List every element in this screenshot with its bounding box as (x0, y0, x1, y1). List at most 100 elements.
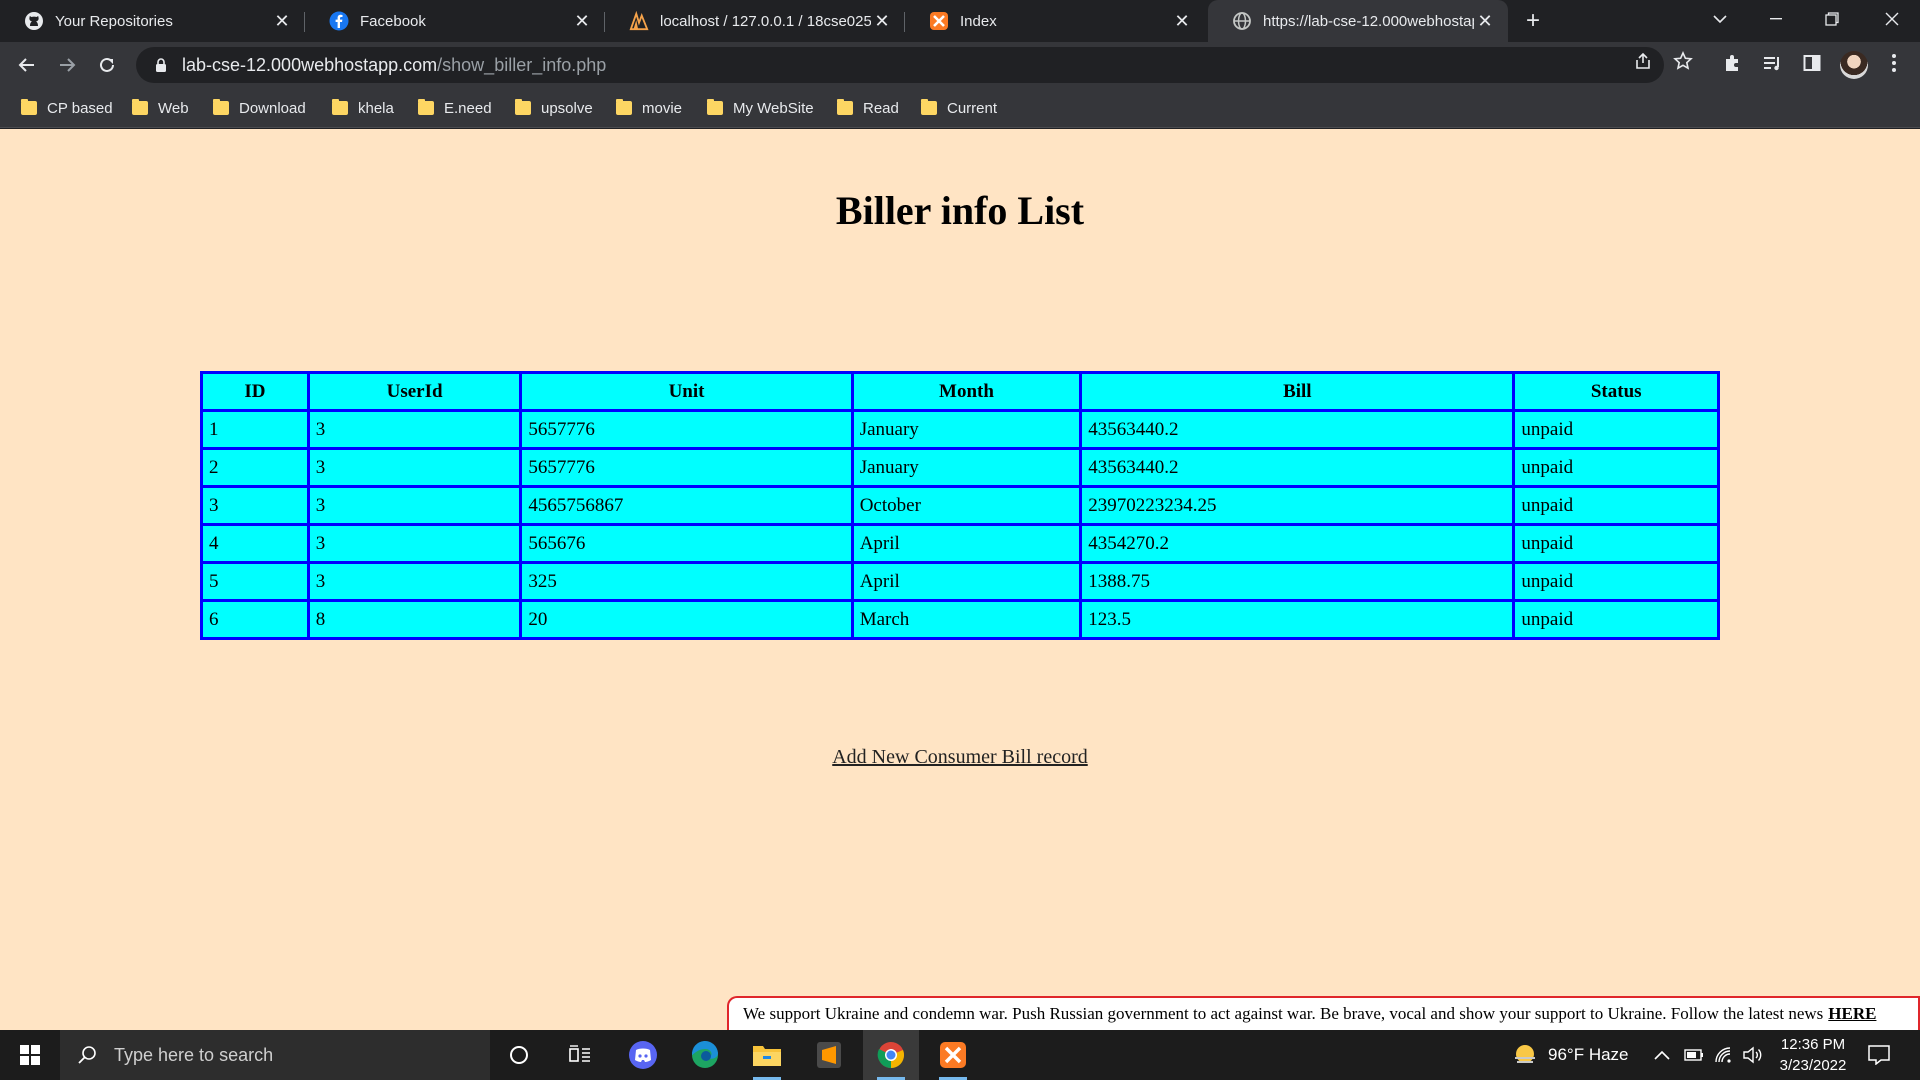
close-icon[interactable]: ✕ (871, 10, 893, 32)
profile-avatar[interactable] (1840, 51, 1868, 79)
close-icon[interactable]: ✕ (571, 10, 593, 32)
add-record-container: Add New Consumer Bill record (0, 746, 1920, 769)
cell-bill: 4354270.2 (1079, 523, 1516, 564)
cell-status: unpaid (1512, 561, 1720, 602)
bookmark-label: upsolve (541, 99, 593, 117)
column-header-userid: UserId (306, 371, 523, 412)
tab-phpmyadmin[interactable]: localhost / 127.0.0.1 / 18cse025 | ✕ (605, 0, 905, 42)
folder-icon (132, 99, 148, 115)
tab-title: localhost / 127.0.0.1 / 18cse025 | (660, 12, 871, 30)
bookmark-current[interactable]: Current (921, 88, 997, 128)
tab-title: Facebook (360, 12, 426, 30)
weather-widget[interactable]: 96°F Haze (1512, 1030, 1629, 1080)
bookmark-my-website[interactable]: My WebSite (707, 88, 814, 128)
cortana-icon[interactable] (491, 1030, 547, 1080)
notifications-icon[interactable] (1868, 1030, 1890, 1080)
bookmark-label: Current (947, 99, 998, 117)
table-row: 6 8 20 March 123.5 unpaid (200, 599, 1720, 640)
reload-button[interactable] (92, 50, 122, 80)
cell-bill: 43563440.2 (1079, 447, 1516, 488)
bookmark-eneed[interactable]: E.need (418, 88, 492, 128)
cell-month: January (850, 447, 1083, 488)
cell-id: 2 (200, 447, 310, 488)
cell-unit: 565676 (519, 523, 854, 564)
folder-icon (921, 99, 937, 115)
back-button[interactable] (12, 50, 42, 80)
close-icon[interactable]: ✕ (1474, 10, 1496, 32)
bookmark-cp-based[interactable]: CP based (21, 88, 113, 128)
url-host: lab-cse-12.000webhostapp.com (182, 54, 438, 75)
cell-month: April (850, 561, 1083, 602)
address-bar[interactable]: lab-cse-12.000webhostapp.com/show_biller… (136, 47, 1664, 83)
folder-icon (707, 99, 723, 115)
reading-list-icon[interactable] (1760, 51, 1784, 75)
tab-lab-cse[interactable]: https://lab-cse-12.000webhostap ✕ (1208, 0, 1508, 42)
web-page: Biller info List ID UserId Unit Month Bi… (0, 129, 1920, 1030)
extensions-icon[interactable] (1720, 51, 1744, 75)
cell-unit: 20 (519, 599, 854, 640)
windows-start-button[interactable] (0, 1030, 60, 1080)
cell-userid: 3 (306, 447, 523, 488)
bookmark-web[interactable]: Web (132, 88, 189, 128)
close-icon[interactable]: ✕ (1171, 10, 1193, 32)
tab-index[interactable]: Index ✕ (905, 0, 1205, 42)
browser-toolbar: lab-cse-12.000webhostapp.com/show_biller… (0, 42, 1920, 88)
xampp-icon (929, 11, 949, 31)
cell-id: 5 (200, 561, 310, 602)
volume-icon[interactable] (1742, 1030, 1764, 1080)
cell-month: October (850, 485, 1083, 526)
show-hidden-icons-chevron-icon[interactable] (1654, 1030, 1670, 1080)
side-panel-icon[interactable] (1800, 51, 1824, 75)
bookmark-star-icon[interactable] (1672, 50, 1694, 72)
add-new-bill-link[interactable]: Add New Consumer Bill record (832, 746, 1088, 768)
cell-id: 3 (200, 485, 310, 526)
banner-here-link[interactable]: HERE (1828, 1004, 1876, 1024)
folder-icon (418, 99, 434, 115)
cell-userid: 3 (306, 523, 523, 564)
bookmark-khela[interactable]: khela (332, 88, 394, 128)
battery-icon[interactable] (1684, 1030, 1704, 1080)
taskbar-search-box[interactable]: Type here to search (60, 1030, 490, 1080)
biller-table: ID UserId Unit Month Bill Status 1 3 565… (200, 371, 1720, 640)
tab-title: Index (960, 12, 997, 30)
url-text: lab-cse-12.000webhostapp.com/show_biller… (182, 55, 606, 76)
github-icon (24, 11, 44, 31)
cell-bill: 1388.75 (1079, 561, 1516, 602)
tab-your-repositories[interactable]: Your Repositories ✕ (0, 0, 305, 42)
task-view-icon[interactable] (552, 1030, 608, 1080)
wifi-icon[interactable] (1714, 1030, 1734, 1080)
bookmark-download[interactable]: Download (213, 88, 306, 128)
bookmark-upsolve[interactable]: upsolve (515, 88, 593, 128)
bookmark-label: Read (863, 99, 899, 117)
cell-userid: 8 (306, 599, 523, 640)
chrome-icon[interactable] (863, 1030, 919, 1080)
new-tab-button[interactable]: + (1520, 7, 1546, 34)
close-icon[interactable]: ✕ (271, 10, 293, 32)
system-clock[interactable]: 12:36 PM 3/23/2022 (1770, 1034, 1856, 1076)
folder-icon (515, 99, 531, 115)
share-icon[interactable] (1632, 50, 1654, 72)
edge-icon[interactable] (677, 1030, 733, 1080)
bookmark-movie[interactable]: movie (616, 88, 682, 128)
bookmark-read[interactable]: Read (837, 88, 899, 128)
xampp-taskbar-icon[interactable] (925, 1030, 981, 1080)
minimize-button[interactable] (1748, 0, 1804, 38)
close-window-button[interactable] (1864, 0, 1920, 38)
lock-icon[interactable] (152, 56, 170, 74)
discord-icon[interactable] (615, 1030, 671, 1080)
file-explorer-icon[interactable] (739, 1030, 795, 1080)
cell-id: 6 (200, 599, 310, 640)
cell-unit: 5657776 (519, 447, 854, 488)
menu-kebab-icon[interactable] (1882, 51, 1906, 75)
tab-search-icon[interactable] (1692, 0, 1748, 38)
clock-time: 12:36 PM (1780, 1036, 1846, 1053)
tab-facebook[interactable]: Facebook ✕ (305, 0, 605, 42)
column-header-id: ID (200, 371, 310, 412)
sublime-text-icon[interactable] (801, 1030, 857, 1080)
banner-text: We support Ukraine and condemn war. Push… (743, 1004, 1824, 1023)
windows-logo-icon (20, 1045, 40, 1065)
column-header-bill: Bill (1079, 371, 1516, 412)
cell-month: January (850, 409, 1083, 450)
forward-button[interactable] (52, 50, 82, 80)
restore-button[interactable] (1804, 0, 1860, 38)
